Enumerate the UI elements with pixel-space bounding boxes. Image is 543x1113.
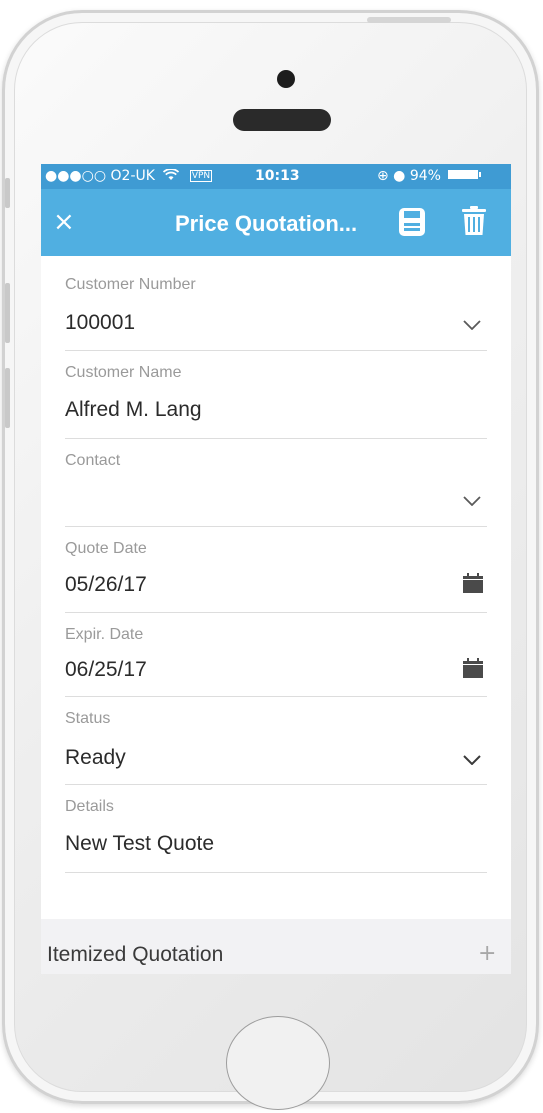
mute-switch: [5, 178, 10, 208]
quote-date-label: Quote Date: [65, 540, 147, 557]
details-field[interactable]: Details New Test Quote: [65, 784, 487, 873]
itemized-quotation-section[interactable]: Itemized Quotation +: [41, 919, 511, 974]
add-item-button[interactable]: +: [478, 941, 496, 966]
status-time: 10:13: [255, 168, 300, 184]
chevron-down-icon[interactable]: [463, 496, 481, 506]
customer-name-value[interactable]: Alfred M. Lang: [65, 398, 202, 422]
vpn-badge: VPN: [189, 170, 213, 182]
expir-date-value[interactable]: 06/25/17: [65, 658, 147, 682]
volume-up-button: [5, 283, 10, 343]
wifi-icon: [163, 168, 180, 180]
customer-number-value[interactable]: 100001: [65, 311, 135, 335]
expir-date-field[interactable]: Expir. Date 06/25/17: [65, 612, 487, 697]
details-value[interactable]: New Test Quote: [65, 832, 214, 856]
volume-down-button: [5, 368, 10, 428]
calendar-icon[interactable]: [463, 658, 483, 678]
status-value[interactable]: Ready: [65, 746, 126, 770]
status-label: Status: [65, 710, 111, 727]
customer-number-field[interactable]: Customer Number 100001: [65, 256, 487, 351]
page-title: Price Quotation...: [175, 211, 358, 236]
quote-date-field[interactable]: Quote Date 05/26/17: [65, 526, 487, 613]
nav-bar: × Price Quotation...: [41, 189, 511, 256]
expir-date-label: Expir. Date: [65, 626, 144, 643]
carrier-signal: ●●●○○ O2-UK VPN: [45, 168, 218, 184]
customer-name-label: Customer Name: [65, 364, 182, 381]
power-button: [367, 17, 451, 23]
calendar-icon[interactable]: [463, 573, 483, 593]
status-field[interactable]: Status Ready: [65, 696, 487, 785]
customer-number-label: Customer Number: [65, 276, 196, 293]
carrier-label: ●●●○○ O2-UK: [45, 168, 155, 184]
battery-icon: [448, 170, 482, 179]
contact-label: Contact: [65, 452, 121, 469]
status-bar: ●●●○○ O2-UK VPN 10:13 ⊕ ● 94%: [41, 164, 511, 189]
contact-field[interactable]: Contact: [65, 438, 487, 527]
battery-percent: 94%: [409, 168, 441, 184]
earpiece-speaker: [233, 109, 331, 131]
app-screen: ●●●○○ O2-UK VPN 10:13 ⊕ ● 94% × Price Qu…: [41, 164, 511, 974]
details-label: Details: [65, 798, 114, 815]
front-camera: [277, 70, 295, 88]
save-icon[interactable]: [398, 207, 426, 237]
customer-name-field[interactable]: Customer Name Alfred M. Lang: [65, 350, 487, 439]
chevron-down-icon[interactable]: [463, 755, 481, 765]
home-button[interactable]: [226, 1016, 330, 1110]
chevron-down-icon[interactable]: [463, 320, 481, 330]
quote-date-value[interactable]: 05/26/17: [65, 573, 147, 597]
itemized-quotation-title: Itemized Quotation: [47, 943, 224, 966]
status-right: ⊕ ● 94%: [377, 168, 482, 184]
trash-icon[interactable]: [460, 205, 488, 237]
close-button[interactable]: ×: [53, 207, 75, 237]
alarm-icons: ⊕ ●: [377, 168, 406, 184]
